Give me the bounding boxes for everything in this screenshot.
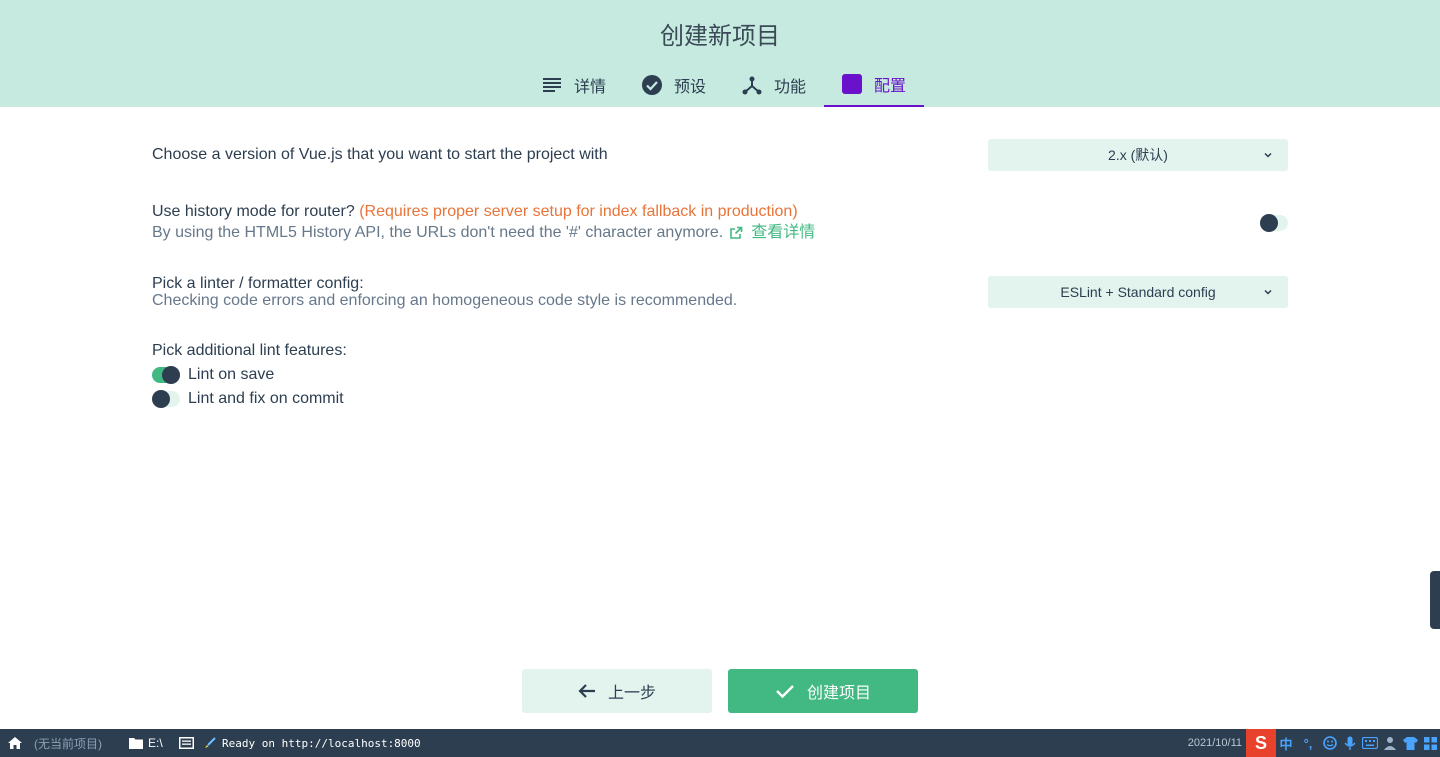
tab-details[interactable]: 详情 — [524, 62, 624, 107]
tab-features[interactable]: 功能 — [724, 62, 824, 107]
previous-button[interactable]: 上一步 — [522, 669, 712, 713]
folder-icon — [129, 737, 143, 749]
toggle-knob — [152, 390, 170, 408]
list-icon — [542, 75, 562, 95]
history-link-label: 查看详情 — [751, 224, 816, 241]
chevron-down-icon — [1264, 289, 1272, 295]
current-project: (无当前项目) — [34, 736, 102, 751]
home-icon — [8, 737, 22, 749]
check-icon — [776, 685, 794, 699]
toolbox-icon[interactable] — [1420, 729, 1440, 757]
settings-icon — [842, 73, 863, 94]
lint-option-label: Lint on save — [188, 366, 275, 383]
lint-on-save-toggle[interactable] — [152, 366, 180, 384]
external-link-icon — [730, 226, 743, 239]
vue-version-select[interactable]: 2.x (默认) — [988, 139, 1288, 171]
tab-config[interactable]: 配置 — [824, 62, 925, 107]
toggle-knob — [162, 366, 180, 384]
lint-features-label: Pick additional lint features: — [152, 342, 347, 359]
create-project-button[interactable]: 创建项目 — [728, 669, 918, 713]
fork-icon — [742, 75, 762, 95]
side-panel-handle[interactable] — [1430, 571, 1440, 629]
check-circle-icon — [642, 74, 663, 95]
console-status[interactable]: Ready on http://localhost:8000 — [179, 729, 421, 757]
tab-label: 功能 — [774, 76, 807, 96]
linter-row: Pick a linter / formatter config: Checki… — [152, 274, 1288, 310]
history-mode-row: Use history mode for router? (Requires p… — [152, 202, 1288, 246]
brush-icon — [205, 737, 216, 748]
create-project-label: 创建项目 — [806, 683, 871, 702]
tray-date: 2021/10/11 — [1187, 737, 1242, 749]
history-mode-label: Use history mode for router? (Requires p… — [152, 202, 798, 222]
history-mode-question: Use history mode for router? — [152, 203, 355, 220]
console-icon — [179, 737, 194, 749]
system-tray: 2021/10/11 S 中 °, — [1188, 729, 1440, 757]
lint-features-list: Lint on save Lint and fix on commit — [152, 363, 344, 411]
vue-version-label: Choose a version of Vue.js that you want… — [152, 146, 608, 163]
folder-path: E:\ — [148, 736, 163, 750]
ime-punctuation[interactable]: °, — [1296, 729, 1320, 757]
home-button[interactable]: (无当前项目) — [8, 729, 102, 757]
history-mode-warning: (Requires proper server setup for index … — [359, 203, 798, 220]
lint-option-commit[interactable]: Lint and fix on commit — [152, 387, 344, 411]
tab-label: 配置 — [874, 75, 907, 95]
ime-lang[interactable]: 中 — [1276, 729, 1296, 757]
status-bar: (无当前项目) E:\ Ready on http://localhost:80… — [0, 729, 1440, 757]
vue-version-row: Choose a version of Vue.js that you want… — [152, 139, 1288, 171]
page-title: 创建新项目 — [660, 22, 780, 50]
chevron-down-icon — [1264, 152, 1272, 158]
folder-button[interactable]: E:\ — [129, 729, 163, 757]
select-value: ESLint + Standard config — [1060, 284, 1216, 300]
history-desc-text: By using the HTML5 History API, the URLs… — [152, 224, 724, 241]
microphone-icon[interactable] — [1340, 729, 1360, 757]
lint-option-label: Lint and fix on commit — [188, 390, 344, 407]
emoji-icon[interactable] — [1320, 729, 1340, 757]
keyboard-icon[interactable] — [1360, 729, 1380, 757]
previous-button-label: 上一步 — [607, 683, 656, 702]
linter-description: Checking code errors and enforcing an ho… — [152, 292, 738, 309]
lint-option-save[interactable]: Lint on save — [152, 363, 344, 387]
header: 创建新项目 详情 预设 功能 配置 — [0, 0, 1440, 107]
step-tabs: 详情 预设 功能 配置 — [524, 62, 925, 107]
user-icon[interactable] — [1380, 729, 1400, 757]
linter-select[interactable]: ESLint + Standard config — [988, 276, 1288, 308]
sogou-ime-icon[interactable]: S — [1246, 729, 1276, 757]
lint-fix-commit-toggle[interactable] — [152, 390, 180, 408]
history-mode-toggle[interactable] — [1260, 214, 1288, 232]
server-status: Ready on http://localhost:8000 — [222, 736, 421, 750]
tab-label: 详情 — [574, 76, 607, 96]
toggle-knob — [1260, 214, 1278, 232]
select-value: 2.x (默认) — [1108, 147, 1168, 163]
arrow-left-icon — [578, 684, 595, 698]
tab-label: 预设 — [674, 76, 707, 96]
history-details-link[interactable]: 查看详情 — [729, 223, 815, 243]
tab-presets[interactable]: 预设 — [624, 62, 724, 107]
history-mode-description: By using the HTML5 History API, the URLs… — [152, 223, 815, 243]
skin-icon[interactable] — [1400, 729, 1420, 757]
lint-features-row: Pick additional lint features: Lint on s… — [152, 341, 1288, 411]
